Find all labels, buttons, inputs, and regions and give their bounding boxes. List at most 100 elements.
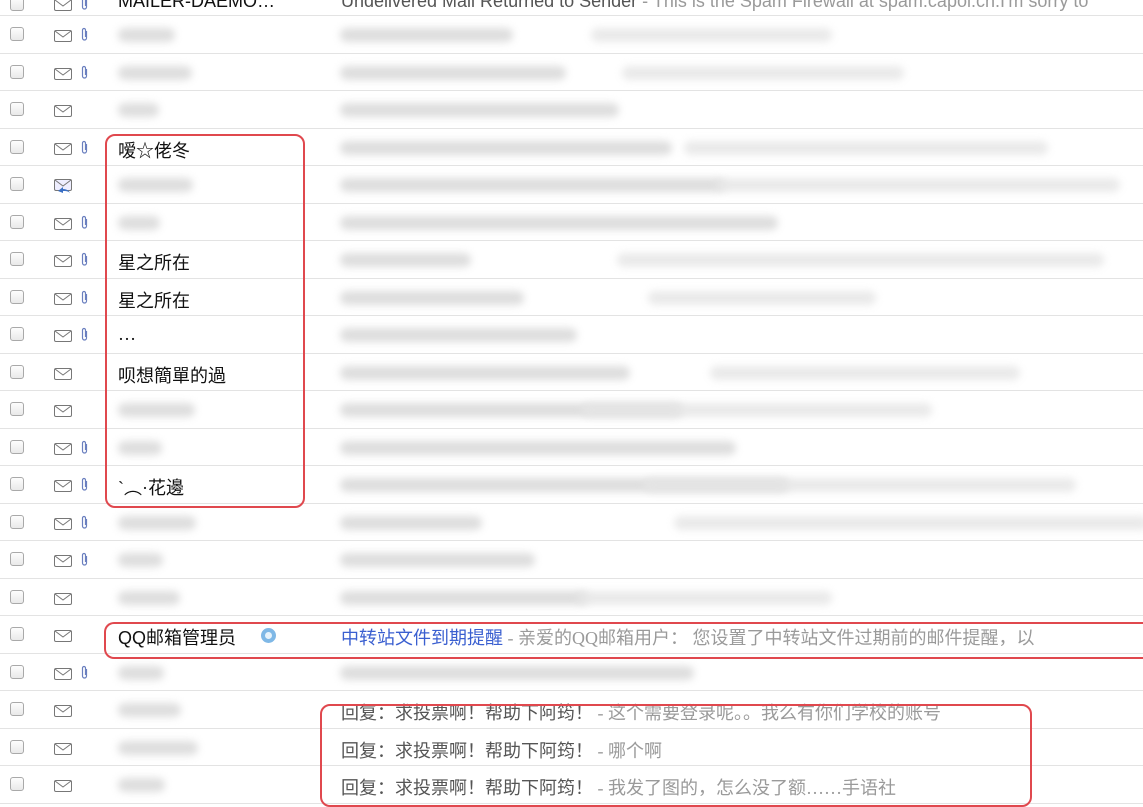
mail-row[interactable]: 回复：求投票啊！帮助下阿筠！ - 哪个啊 (0, 729, 1143, 766)
select-checkbox[interactable] (10, 139, 24, 154)
mail-row[interactable]: 回复：求投票啊！帮助下阿筠！ - 我发了图的，怎么没了额……手语社 (0, 766, 1143, 804)
subject-text: 回复：求投票啊！帮助下阿筠！ (341, 778, 593, 798)
select-checkbox[interactable] (10, 27, 24, 41)
redacted-sender (118, 515, 196, 530)
mail-row[interactable]: `︵·花邊 (0, 466, 1143, 504)
mail-row[interactable] (0, 204, 1143, 241)
attachment-icon (80, 27, 89, 42)
preview-text: - 哪个啊 (593, 740, 663, 761)
mail-row[interactable] (0, 391, 1143, 429)
mail-row[interactable] (0, 54, 1143, 91)
mail-row[interactable] (0, 654, 1143, 691)
preview-text: - 亲爱的QQ邮箱用户： 您设置了中转站文件过期前的邮件提醒，以 (503, 628, 1035, 648)
mail-row[interactable]: 回复：求投票啊！帮助下阿筠！ - 这个需要登录呢。。我么有你们学校的账号 (0, 691, 1143, 729)
select-checkbox[interactable] (10, 177, 24, 191)
envelope-icon (54, 779, 72, 792)
attachment-icon (80, 0, 89, 11)
subject-line[interactable]: 回复：求投票啊！帮助下阿筠！ - 我发了图的，怎么没了额……手语社 (341, 774, 896, 800)
select-checkbox[interactable] (10, 439, 24, 454)
mail-row[interactable]: QQ邮箱管理员 中转站文件到期提醒 - 亲爱的QQ邮箱用户： 您设置了中转站文件过… (0, 616, 1143, 654)
sender-name: … (118, 324, 136, 344)
redacted-preview (710, 365, 1020, 380)
redacted-preview (581, 403, 932, 417)
redacted-subject (340, 290, 524, 305)
envelope-icon (54, 67, 72, 80)
redacted-subject (340, 65, 566, 80)
envelope-icon (54, 404, 72, 417)
mail-row[interactable]: 嗳☆佬冬 (0, 129, 1143, 166)
envelope-icon (54, 367, 72, 380)
subject-line[interactable]: 中转站文件到期提醒 - 亲爱的QQ邮箱用户： 您设置了中转站文件过期前的邮件提醒… (341, 624, 1035, 650)
mail-row[interactable]: 星之所在 (0, 279, 1143, 316)
select-checkbox[interactable] (10, 664, 24, 679)
mail-row[interactable] (0, 16, 1143, 54)
select-checkbox[interactable] (10, 252, 24, 266)
redacted-subject (340, 178, 725, 192)
envelope-icon (54, 742, 72, 755)
sender-name: 嗳☆佬冬 (118, 140, 190, 161)
mail-row[interactable] (0, 91, 1143, 129)
preview-text: - This is the Spam Firewall at spam.capo… (637, 0, 1089, 11)
sender-name: `︵·花邊 (118, 478, 184, 498)
select-checkbox[interactable] (10, 514, 24, 529)
sender-name: 星之所在 (118, 253, 190, 273)
subject-text: 回复：求投票啊！帮助下阿筠！ (341, 703, 593, 723)
envelope-icon (54, 142, 72, 155)
mail-row[interactable] (0, 429, 1143, 466)
subject-text: 回复：求投票啊！帮助下阿筠！ (341, 740, 593, 761)
attachment-icon (80, 65, 89, 80)
envelope-icon (54, 667, 72, 680)
mail-row[interactable]: … (0, 316, 1143, 354)
select-checkbox[interactable] (10, 402, 24, 416)
subject-line[interactable]: 回复：求投票啊！帮助下阿筠！ - 哪个啊 (341, 737, 662, 763)
select-checkbox[interactable] (10, 552, 24, 566)
redacted-subject (340, 215, 778, 230)
envelope-icon (54, 292, 72, 305)
envelope-icon (54, 629, 72, 642)
select-checkbox[interactable] (10, 327, 24, 341)
subject-line[interactable]: 回复：求投票啊！帮助下阿筠！ - 这个需要登录呢。。我么有你们学校的账号 (341, 699, 941, 725)
select-checkbox[interactable] (10, 777, 24, 791)
subject-line[interactable]: Undelivered Mail Returned to Sender - Th… (341, 0, 1088, 12)
mail-row[interactable] (0, 504, 1143, 541)
select-checkbox[interactable] (10, 589, 24, 604)
attachment-icon (80, 515, 89, 530)
attachment-icon (80, 327, 89, 342)
envelope-icon (54, 29, 72, 42)
envelope-icon (54, 592, 72, 605)
sender-name: 呗想簡單的過 (118, 365, 226, 386)
mail-row[interactable]: 星之所在 (0, 241, 1143, 279)
envelope-icon (54, 554, 72, 567)
redacted-subject (340, 440, 736, 455)
select-checkbox[interactable] (10, 64, 24, 79)
qq-official-icon (261, 628, 276, 643)
redacted-sender (118, 778, 165, 792)
select-checkbox[interactable] (10, 739, 24, 754)
select-checkbox[interactable] (10, 627, 24, 641)
select-checkbox[interactable] (10, 214, 24, 229)
envelope-icon (54, 442, 72, 455)
select-checkbox[interactable] (10, 289, 24, 304)
mail-row[interactable]: MAILER-DAEMO… Undelivered Mail Returned t… (0, 0, 1143, 16)
select-checkbox[interactable] (10, 477, 24, 491)
redacted-sender (118, 590, 180, 605)
envelope-icon (54, 704, 72, 717)
redacted-sender (118, 703, 181, 717)
mail-row[interactable] (0, 166, 1143, 204)
attachment-icon (80, 552, 89, 567)
envelope-icon (54, 0, 72, 11)
preview-text: - 这个需要登录呢。。我么有你们学校的账号 (593, 703, 942, 723)
select-checkbox[interactable] (10, 364, 24, 379)
subject-text: 中转站文件到期提醒 (341, 628, 503, 648)
redacted-preview (715, 178, 1120, 192)
mail-row[interactable] (0, 541, 1143, 579)
select-checkbox[interactable] (10, 0, 24, 11)
mail-row[interactable] (0, 579, 1143, 616)
mail-row[interactable]: 呗想簡單的過 (0, 354, 1143, 391)
redacted-preview (617, 253, 1104, 267)
select-checkbox[interactable] (10, 102, 24, 116)
sender-name: MAILER-DAEMO… (118, 0, 276, 11)
preview-text: - 我发了图的，怎么没了额……手语社 (593, 778, 897, 798)
select-checkbox[interactable] (10, 702, 24, 716)
redacted-sender (118, 440, 162, 455)
